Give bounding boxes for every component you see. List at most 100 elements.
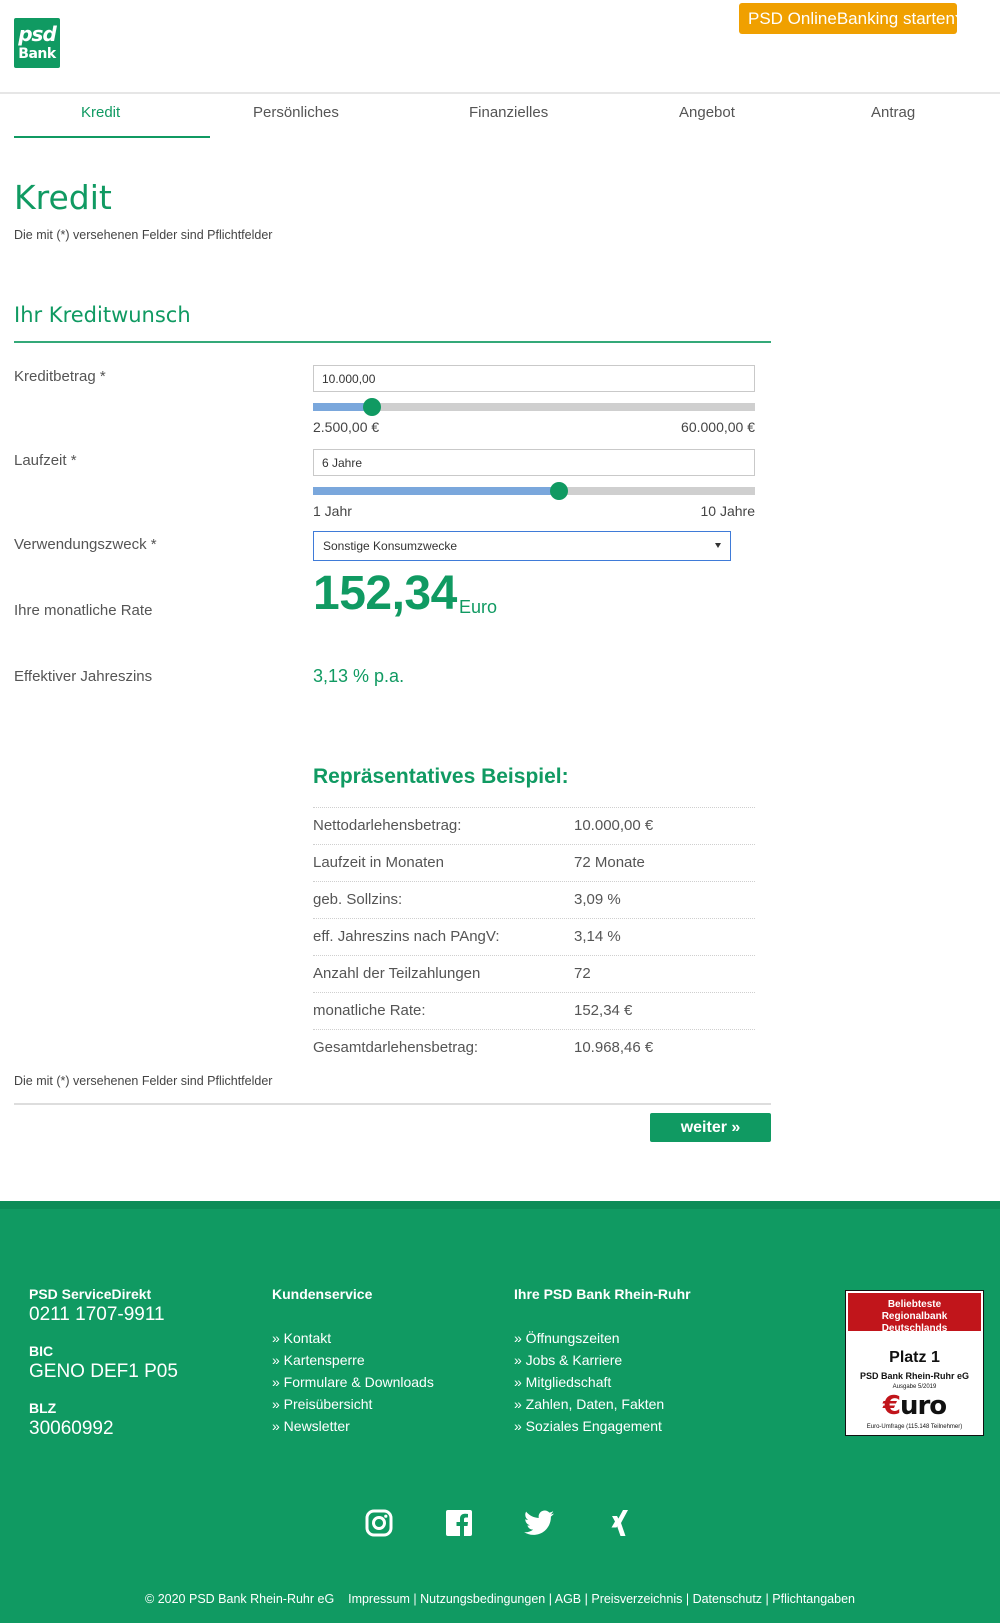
footer-link-kontakt[interactable]: » Kontakt <box>272 1330 331 1346</box>
logo-line2: Bank <box>18 46 56 62</box>
page-title: Kredit <box>14 178 112 217</box>
example-row: Nettodarlehensbetrag: 10.000,00 € <box>313 807 755 845</box>
required-note-bottom: Die mit (*) versehenen Felder sind Pflic… <box>14 1074 273 1088</box>
verwendungszweck-label: Verwendungszweck * <box>14 536 157 553</box>
laufzeit-slider[interactable] <box>313 482 755 500</box>
verwendungszweck-value: Sonstige Konsumzwecke <box>323 539 458 553</box>
bic-label: BIC <box>29 1343 54 1359</box>
badge-magazine-logo: €uro <box>846 1391 983 1421</box>
tab-antrag[interactable]: Antrag <box>871 104 915 121</box>
header-divider <box>0 92 1000 94</box>
badge-place: Platz 1 <box>889 1349 940 1366</box>
tab-persoenliches[interactable]: Persönliches <box>253 104 339 121</box>
example-key: Gesamtdarlehensbetrag: <box>313 1039 479 1056</box>
footer-link-oeffnungszeiten[interactable]: » Öffnungszeiten <box>514 1330 620 1346</box>
award-badge: Beliebteste Regionalbank Deutschlands Pl… <box>845 1290 984 1436</box>
badge-line1: Beliebteste <box>887 1299 942 1310</box>
badge-issue: Ausgabe 5/2019 <box>892 1384 937 1390</box>
example-key: Anzahl der Teilzahlungen <box>313 965 481 982</box>
service-phone[interactable]: 0211 1707-9911 <box>29 1304 165 1326</box>
example-value: 10.000,00 € <box>574 817 654 834</box>
tab-kredit[interactable]: Kredit <box>81 104 120 121</box>
badge-bank: PSD Bank Rhein-Ruhr eG <box>859 1371 969 1381</box>
footer-link-kartensperre[interactable]: » Kartensperre <box>272 1352 365 1368</box>
active-tab-indicator <box>14 136 210 138</box>
example-key: Nettodarlehensbetrag: <box>313 817 462 834</box>
laufzeit-min: 1 Jahr <box>313 503 352 519</box>
bank-title: Ihre PSD Bank Rhein-Ruhr <box>514 1286 691 1302</box>
tab-angebot[interactable]: Angebot <box>679 104 735 121</box>
laufzeit-input[interactable]: 6 Jahre <box>313 449 755 476</box>
example-key: monatliche Rate: <box>313 1002 426 1019</box>
laufzeit-label: Laufzeit * <box>14 452 77 469</box>
legal-link-nutzungsbedingungen[interactable]: Nutzungsbedingungen <box>420 1592 545 1606</box>
example-value: 72 Monate <box>574 854 645 871</box>
kreditbetrag-min: 2.500,00 € <box>313 419 380 435</box>
section-title: Ihr Kreditwunsch <box>14 303 191 327</box>
example-value: 152,34 € <box>574 1002 633 1019</box>
footer-link-jobs[interactable]: » Jobs & Karriere <box>514 1352 622 1368</box>
copyright: © 2020 PSD Bank Rhein-Ruhr eG <box>145 1592 335 1606</box>
footer-link-preisuebersicht[interactable]: » Preisübersicht <box>272 1396 372 1412</box>
badge-survey: Euro-Umfrage (115.148 Teilnehmer) <box>866 1424 963 1430</box>
kreditbetrag-max: 60.000,00 € <box>681 419 755 435</box>
example-row: Gesamtdarlehensbetrag: 10.968,46 € <box>313 1029 755 1067</box>
twitter-icon[interactable] <box>524 1508 554 1538</box>
legal-link-preisverzeichnis[interactable]: Preisverzeichnis <box>591 1592 682 1606</box>
required-note: Die mit (*) versehenen Felder sind Pflic… <box>14 228 273 242</box>
example-key: Laufzeit in Monaten <box>313 854 444 871</box>
example-value: 3,14 % <box>574 928 621 945</box>
legal-link-datenschutz[interactable]: Datenschutz <box>693 1592 762 1606</box>
bic-value: GENO DEF1 P05 <box>29 1361 178 1382</box>
legal-link-agb[interactable]: AGB <box>555 1592 581 1606</box>
example-value: 72 <box>574 965 591 982</box>
next-button[interactable]: weiter » <box>650 1113 771 1142</box>
blz-label: BLZ <box>29 1400 57 1416</box>
example-title: Repräsentatives Beispiel: <box>313 765 569 788</box>
footer-link-newsletter[interactable]: » Newsletter <box>272 1418 350 1434</box>
slider-handle[interactable] <box>362 398 381 416</box>
slider-fill <box>313 487 559 495</box>
logo-line1: psd <box>18 22 57 46</box>
example-value: 10.968,46 € <box>574 1039 654 1056</box>
footer-link-engagement[interactable]: » Soziales Engagement <box>514 1418 662 1434</box>
footer-link-formulare[interactable]: » Formulare & Downloads <box>272 1374 434 1390</box>
monthly-rate-unit: Euro <box>459 597 498 617</box>
footer-legal: © 2020 PSD Bank Rhein-Ruhr eG Impressum … <box>145 1592 855 1606</box>
footer-link-zahlen[interactable]: » Zahlen, Daten, Fakten <box>514 1396 664 1412</box>
effective-rate-value: 3,13 % p.a. <box>313 666 405 686</box>
legal-link-impressum[interactable]: Impressum <box>348 1592 410 1606</box>
example-row: Laufzeit in Monaten 72 Monate <box>313 844 755 882</box>
onlinebanking-label: PSD OnlineBanking starten <box>748 8 955 28</box>
example-row: monatliche Rate: 152,34 € <box>313 992 755 1030</box>
tab-finanzielles[interactable]: Finanzielles <box>469 104 548 121</box>
badge-header: Beliebteste Regionalbank Deutschlands <box>848 1293 981 1334</box>
form-divider <box>14 1103 771 1105</box>
monthly-rate-value: 152,34 <box>313 567 457 620</box>
legal-link-pflichtangaben[interactable]: Pflichtangaben <box>772 1592 855 1606</box>
section-divider <box>14 341 771 343</box>
chevron-down-icon[interactable] <box>954 15 967 22</box>
monthly-rate-label: Ihre monatliche Rate <box>14 602 153 619</box>
effective-rate-label: Effektiver Jahreszins <box>14 668 153 685</box>
slider-handle[interactable] <box>549 482 568 500</box>
footer-link-mitgliedschaft[interactable]: » Mitgliedschaft <box>514 1374 611 1390</box>
psd-bank-logo[interactable]: psd Bank <box>14 18 60 68</box>
facebook-icon[interactable] <box>444 1508 474 1538</box>
euro-symbol: € <box>882 1391 901 1421</box>
service-title: PSD ServiceDirekt <box>29 1286 152 1302</box>
example-key: eff. Jahreszins nach PAngV: <box>313 928 500 945</box>
kreditbetrag-slider[interactable] <box>313 398 755 416</box>
blz-value: 30060992 <box>29 1418 114 1439</box>
example-value: 3,09 % <box>574 891 621 908</box>
example-row: eff. Jahreszins nach PAngV: 3,14 % <box>313 918 755 956</box>
example-row: geb. Sollzins: 3,09 % <box>313 881 755 919</box>
verwendungszweck-select[interactable]: Sonstige Konsumzwecke <box>313 531 731 561</box>
onlinebanking-button[interactable]: PSD OnlineBanking starten <box>739 3 967 34</box>
instagram-icon[interactable] <box>364 1508 394 1538</box>
footer-top-band <box>0 1201 1000 1209</box>
kreditbetrag-input[interactable]: 10.000,00 <box>313 365 755 392</box>
xing-icon[interactable] <box>604 1508 634 1538</box>
example-row: Anzahl der Teilzahlungen 72 <box>313 955 755 993</box>
badge-line2: Regionalbank Deutschlands <box>881 1311 948 1334</box>
